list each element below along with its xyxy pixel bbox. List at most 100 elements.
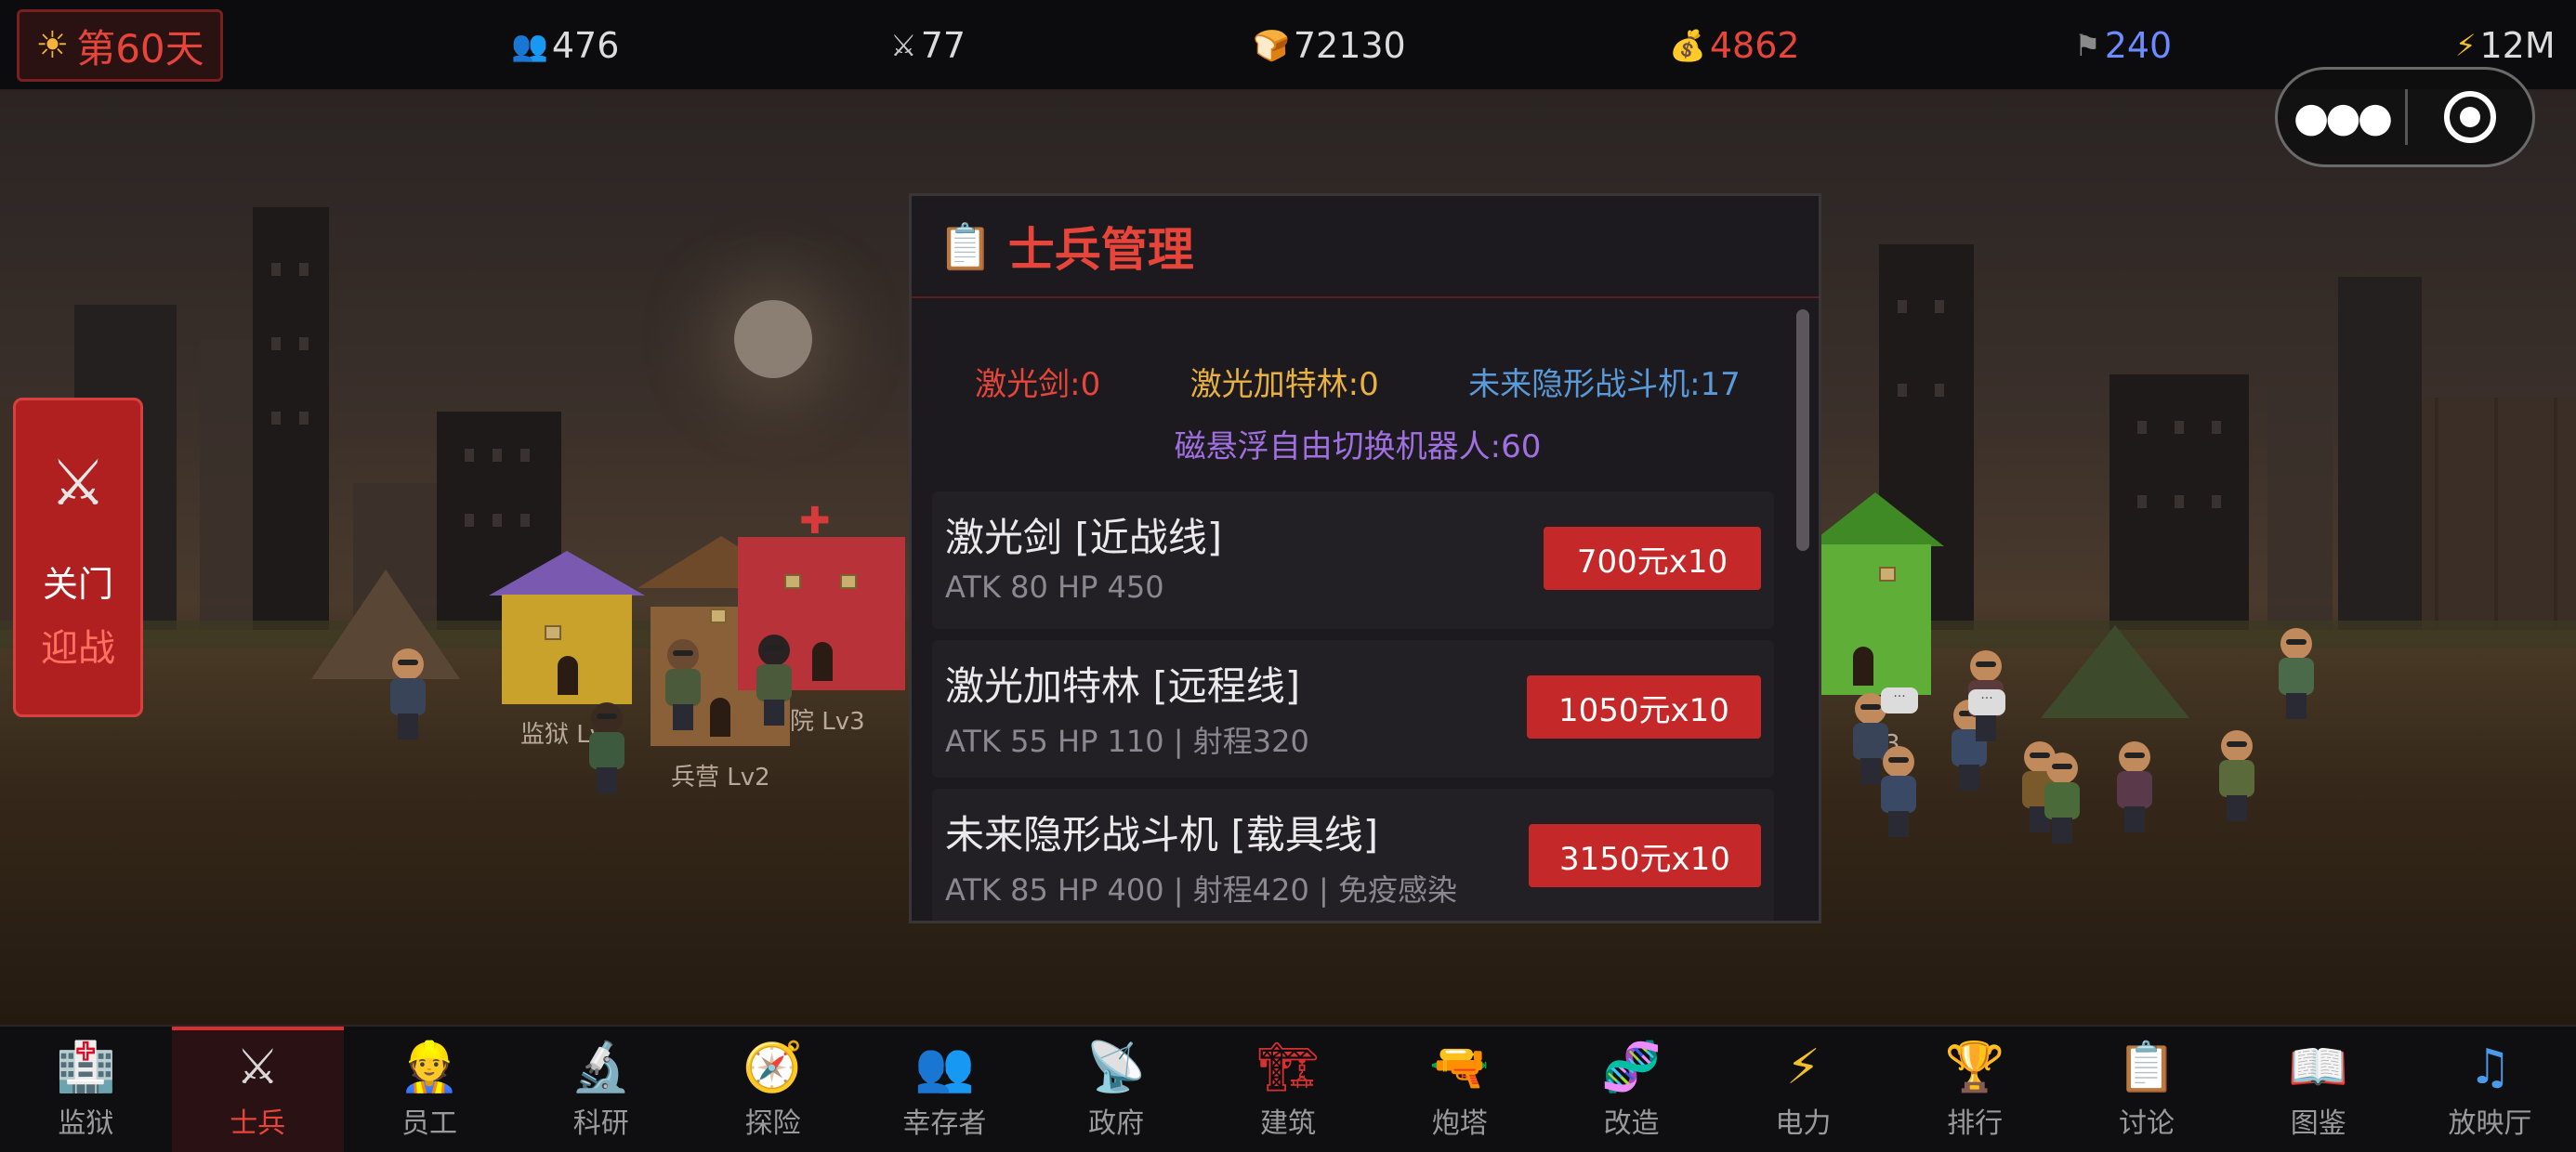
worker-icon: 👷 <box>399 1039 460 1095</box>
nav-item-staff[interactable]: 👷 员工 <box>344 1027 516 1152</box>
unit-row: 激光剑 [近战线] ATK 80 HP 450 700元x10 <box>932 491 1774 629</box>
ruined-tower <box>2338 277 2422 644</box>
close-miniprogram-button[interactable] <box>2408 91 2532 143</box>
unit-name: 激光剑 [近战线] <box>945 515 1223 560</box>
compass-icon: 🧭 <box>743 1039 803 1095</box>
music-note-icon: ♫ <box>2468 1039 2512 1095</box>
prison-building[interactable] <box>489 551 645 704</box>
nav-label: 讨论 <box>2118 1106 2175 1140</box>
nav-label: 探险 <box>744 1106 801 1140</box>
nav-label: 科研 <box>572 1106 629 1140</box>
inventory-stealth-fighter: 未来隐形战斗机:17 <box>1468 366 1741 403</box>
sun-icon: ☀ <box>35 24 70 67</box>
people-icon: 👥 <box>511 28 548 63</box>
unit-row: 未来隐形战斗机 [载具线] ATK 85 HP 400 | 射程420 | 免疫… <box>932 789 1774 921</box>
trophy-icon: 🏆 <box>1944 1039 2005 1095</box>
day-label: 第60天 <box>76 25 204 72</box>
crane-icon: 🏗 <box>1256 1039 1319 1095</box>
inventory-laser-sword: 激光剑:0 <box>975 366 1101 403</box>
miniprogram-capsule: ●●● <box>2275 67 2535 167</box>
target-icon <box>2443 91 2496 143</box>
nav-item-research[interactable]: 🔬 科研 <box>515 1027 687 1152</box>
unit-stats: ATK 55 HP 110 | 射程320 <box>945 724 1309 759</box>
nav-label: 士兵 <box>230 1106 286 1140</box>
soldier-count-value: 77 <box>920 25 966 66</box>
satellite-icon: 📡 <box>1085 1039 1147 1095</box>
money-stat: 💰 4862 <box>1669 24 1800 67</box>
soldier-management-panel: 📋 士兵管理 激光剑:0 激光加特林:0 未来隐形战斗机:17 磁悬浮自由切换机… <box>909 193 1821 923</box>
nav-item-modify[interactable]: 🧬 改造 <box>1545 1027 1717 1152</box>
nav-label: 排行 <box>1947 1106 2004 1140</box>
food-stat: 🍞 72130 <box>1253 24 1406 67</box>
territory-stat: ⚑ 240 <box>2074 24 2172 67</box>
tent <box>311 569 460 679</box>
power-value: 12M <box>2479 25 2556 66</box>
tent <box>2041 625 2189 718</box>
gate-button-line2: 迎战 <box>41 627 115 670</box>
building-label: 兵营 Lv2 <box>671 764 770 792</box>
background-building <box>2267 388 2333 648</box>
more-menu-button[interactable]: ●●● <box>2278 94 2405 141</box>
lightning-icon: ⚡ <box>2455 28 2477 63</box>
nav-item-explore[interactable]: 🧭 探险 <box>687 1027 859 1152</box>
nav-item-cinema[interactable]: ♫ 放映厅 <box>2404 1027 2576 1152</box>
unit-name: 未来隐形战斗机 [载具线] <box>945 812 1379 857</box>
nav-label: 政府 <box>1088 1106 1145 1140</box>
nav-label: 监狱 <box>58 1106 114 1140</box>
green-building[interactable] <box>1807 492 1944 695</box>
money-value: 4862 <box>1709 25 1800 66</box>
building-label: 院 Lv3 <box>790 708 865 736</box>
resource-bar: ☀ 第60天 👥 476 ⚔ 77 🍞 72130 💰 4862 ⚑ 240 ⚡… <box>0 0 2576 91</box>
nav-item-soldiers[interactable]: ⚔ 士兵 <box>171 1027 344 1152</box>
nav-label: 放映厅 <box>2448 1106 2532 1140</box>
survivor-character <box>388 648 427 741</box>
panel-header: 📋 士兵管理 <box>912 196 1819 298</box>
power-stat: ⚡ 12M <box>2455 24 2556 67</box>
bread-icon: 🍞 <box>1253 28 1290 63</box>
crossed-swords-icon: ⚔ <box>890 28 917 63</box>
hospital-icon: 🏥 <box>56 1039 116 1095</box>
population-value: 476 <box>551 25 620 66</box>
survivor-character <box>587 702 626 795</box>
lightning-icon: ⚡ <box>1786 1039 1820 1095</box>
nav-label: 电力 <box>1775 1106 1832 1140</box>
nav-label: 员工 <box>401 1106 457 1140</box>
unit-name: 激光加特林 [远程线] <box>945 663 1301 709</box>
survivor-character <box>2217 730 2256 823</box>
dna-icon: 🧬 <box>1601 1039 1662 1095</box>
survivor-character <box>1879 746 1918 839</box>
unit-stats: ATK 85 HP 400 | 射程420 | 免疫感染 <box>945 872 1457 908</box>
survivor-character <box>2115 741 2154 834</box>
recruit-button[interactable]: 3150元x10 <box>1529 824 1761 887</box>
soldier-character <box>664 639 703 732</box>
survivor-character <box>2277 628 2316 721</box>
nav-item-turret[interactable]: 🔫 炮塔 <box>1373 1027 1545 1152</box>
soldier-character <box>755 635 794 727</box>
microscope-icon: 🔬 <box>571 1039 632 1095</box>
nav-item-government[interactable]: 📡 政府 <box>1031 1027 1203 1152</box>
nav-item-discussion[interactable]: 📋 讨论 <box>2061 1027 2233 1152</box>
recruit-button[interactable]: 1050元x10 <box>1527 675 1761 739</box>
nav-item-codex[interactable]: 📖 图鉴 <box>2232 1027 2404 1152</box>
water-gun-icon: 🔫 <box>1429 1039 1491 1095</box>
speech-bubble-icon: ··· <box>1968 689 2005 715</box>
nav-label: 幸存者 <box>902 1106 987 1140</box>
recruit-button[interactable]: 700元x10 <box>1544 527 1761 590</box>
bottom-navigation: 🏥 监狱 ⚔ 士兵 👷 员工 🔬 科研 🧭 探险 👥 幸存者 📡 政府 🏗 建筑 🔫 炮塔 🧬 改造… <box>0 1025 2576 1152</box>
moon <box>734 300 812 378</box>
crossed-swords-icon: ⚔ <box>49 447 107 520</box>
book-icon: 📖 <box>2288 1039 2349 1095</box>
inventory-laser-gatling: 激光加特林:0 <box>1189 366 1379 403</box>
nav-item-power[interactable]: ⚡ 电力 <box>1717 1027 1889 1152</box>
background-building <box>200 340 256 647</box>
nav-item-construction[interactable]: 🏗 建筑 <box>1203 1027 1374 1152</box>
nav-item-ranking[interactable]: 🏆 排行 <box>1889 1027 2061 1152</box>
nav-item-prison[interactable]: 🏥 监狱 <box>0 1027 172 1152</box>
money-bag-icon: 💰 <box>1669 28 1706 63</box>
nav-item-survivors[interactable]: 👥 幸存者 <box>859 1027 1031 1152</box>
unit-row: 激光加特林 [远程线] ATK 55 HP 110 | 射程320 1050元x… <box>932 640 1774 778</box>
soldier-count-stat: ⚔ 77 <box>890 24 966 67</box>
nav-label: 图鉴 <box>2290 1106 2346 1140</box>
close-gate-fight-button[interactable]: ⚔ 关门 迎战 <box>13 398 143 717</box>
clipboard-icon: 📋 <box>2116 1039 2177 1095</box>
